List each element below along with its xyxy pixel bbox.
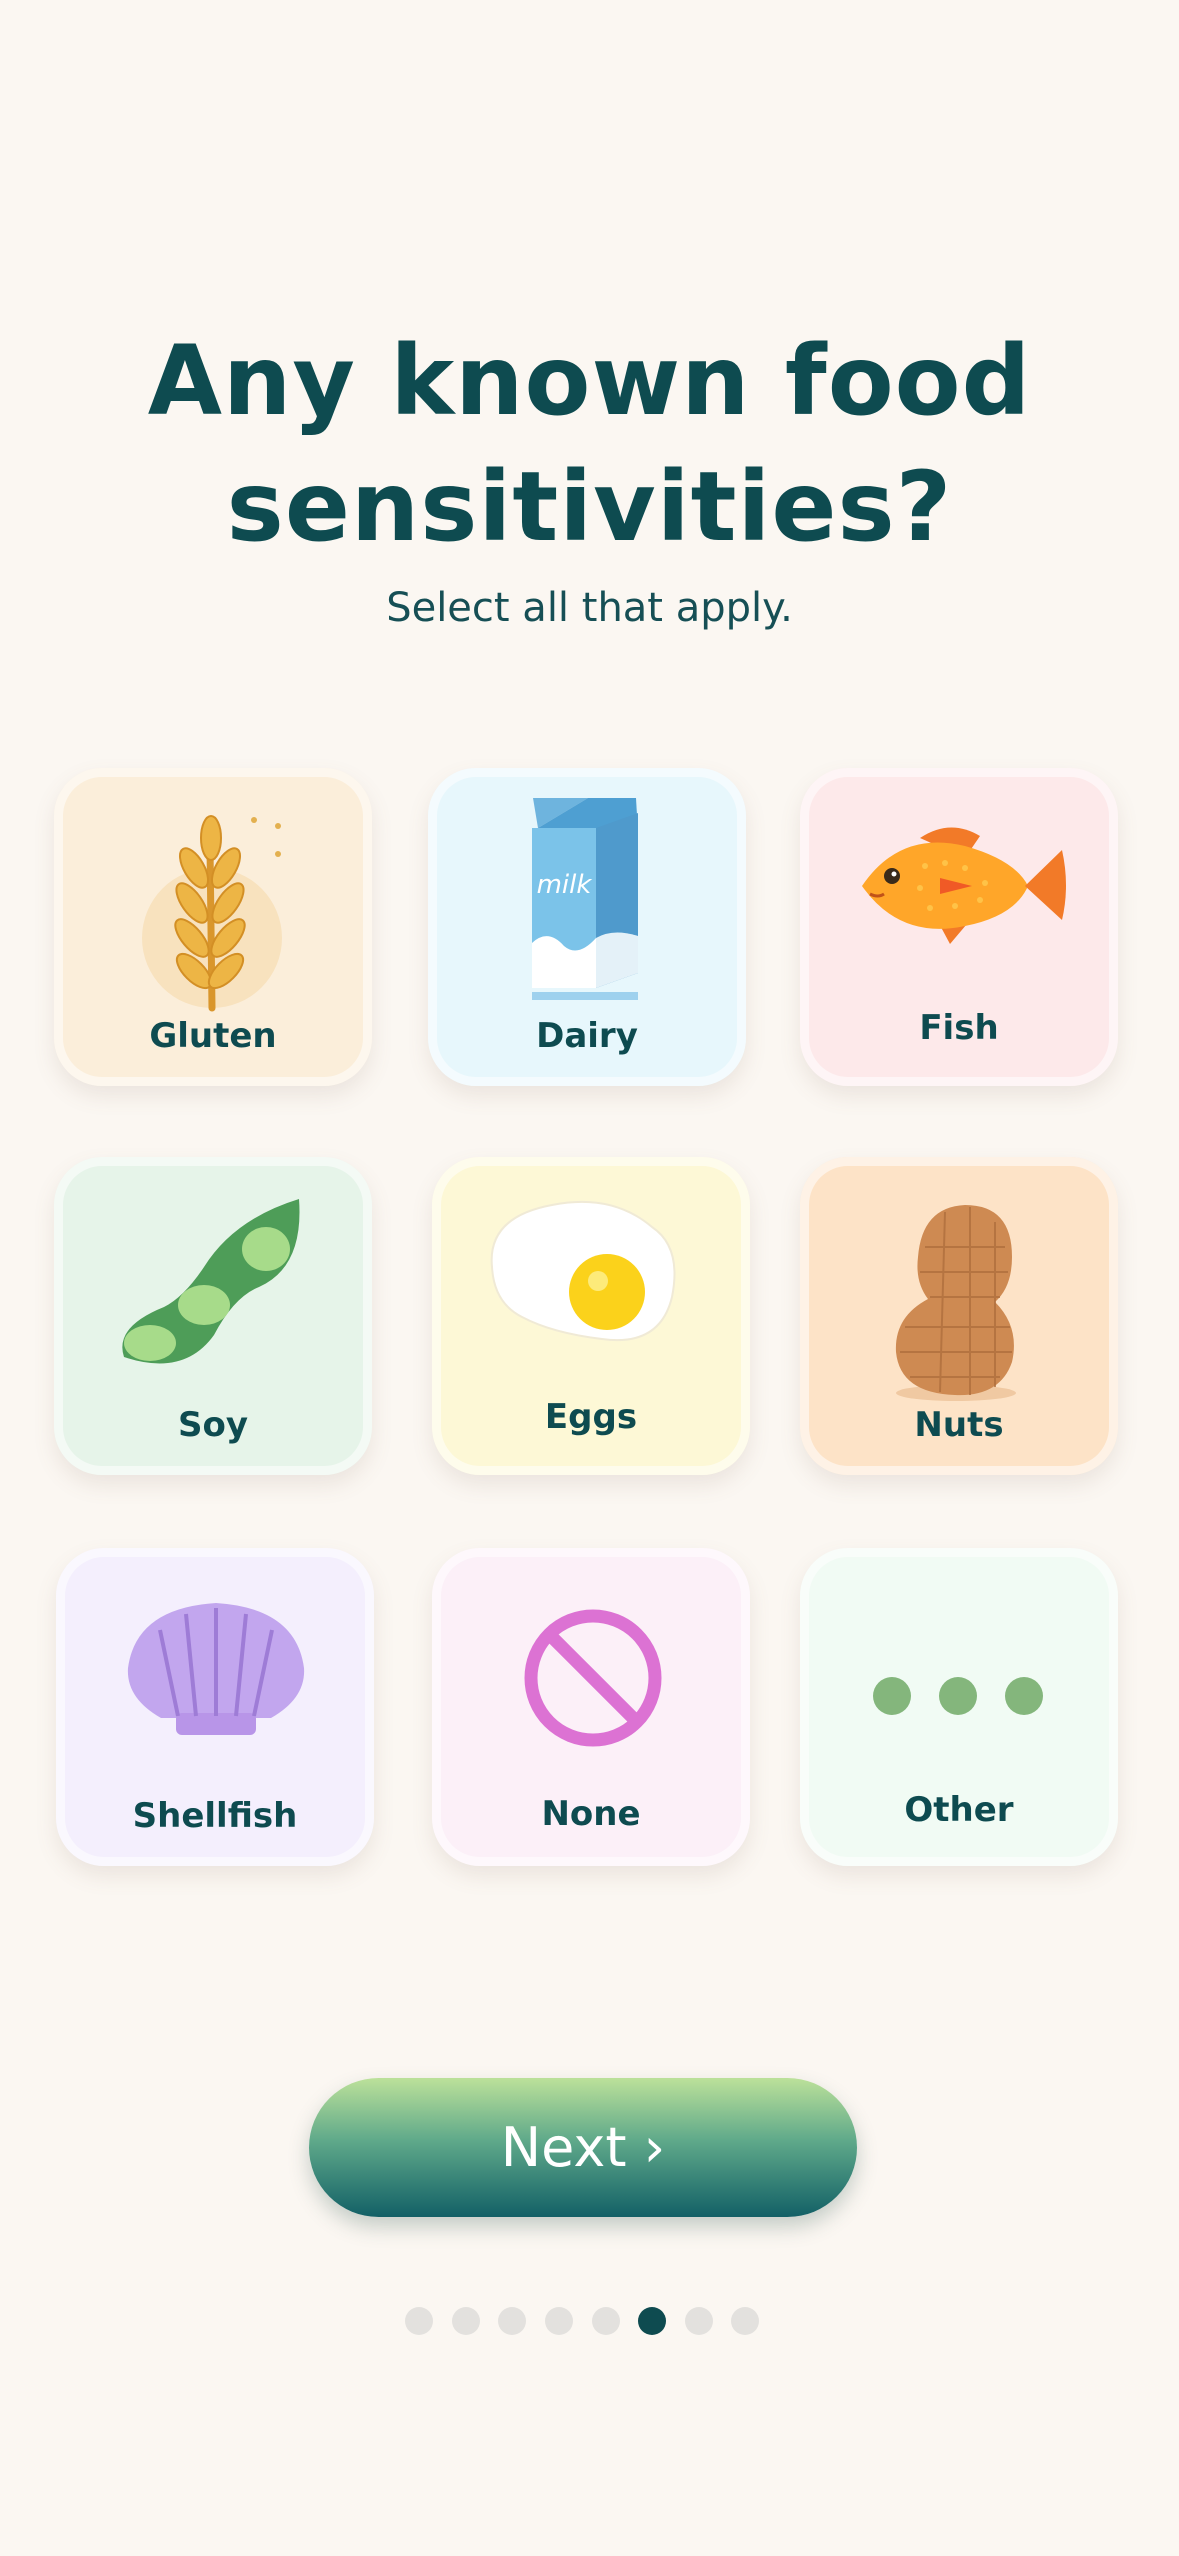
page-dot-2 bbox=[452, 2307, 480, 2335]
option-nuts[interactable]: Nuts bbox=[800, 1157, 1118, 1475]
option-fish[interactable]: Fish bbox=[800, 768, 1118, 1086]
option-label-none: None bbox=[541, 1794, 641, 1834]
page-dot-7 bbox=[685, 2307, 713, 2335]
option-label-nuts: Nuts bbox=[914, 1405, 1004, 1445]
option-label-dairy: Dairy bbox=[536, 1016, 638, 1056]
title-line-2: sensitivities? bbox=[226, 451, 953, 563]
page-subtitle: Select all that apply. bbox=[386, 585, 793, 631]
pagination-dots bbox=[0, 2307, 1179, 2337]
milk-carton-text: milk bbox=[537, 870, 593, 900]
option-gluten[interactable]: Gluten bbox=[54, 768, 372, 1086]
next-button[interactable]: Next › bbox=[309, 2078, 857, 2217]
option-none[interactable]: None bbox=[432, 1548, 750, 1866]
page-dot-1 bbox=[405, 2307, 433, 2335]
page-dot-3 bbox=[498, 2307, 526, 2335]
page-dot-5 bbox=[592, 2307, 620, 2335]
option-label-soy: Soy bbox=[177, 1405, 248, 1445]
page-dot-6-active bbox=[638, 2307, 666, 2335]
page-dot-4 bbox=[545, 2307, 573, 2335]
option-label-eggs: Eggs bbox=[544, 1397, 638, 1437]
page-title: Any known food sensitivities? bbox=[0, 318, 1179, 570]
option-eggs[interactable]: Eggs bbox=[432, 1157, 750, 1475]
page-dot-8 bbox=[731, 2307, 759, 2335]
option-soy[interactable]: Soy bbox=[54, 1157, 372, 1475]
option-label-gluten: Gluten bbox=[149, 1016, 277, 1056]
option-shellfish[interactable]: Shellfish bbox=[56, 1548, 374, 1866]
option-label-other: Other bbox=[904, 1790, 1014, 1830]
option-label-shellfish: Shellfish bbox=[132, 1796, 298, 1836]
option-dairy[interactable]: milk Dairy bbox=[428, 768, 746, 1086]
title-line-1: Any known food bbox=[147, 325, 1032, 437]
option-other[interactable]: Other bbox=[800, 1548, 1118, 1866]
option-label-fish: Fish bbox=[919, 1008, 999, 1048]
